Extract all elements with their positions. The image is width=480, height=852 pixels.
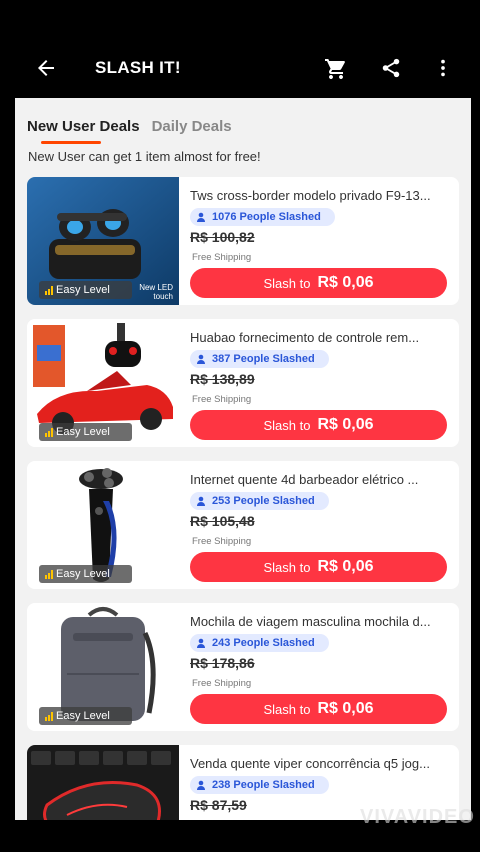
cart-icon[interactable] (324, 57, 348, 81)
original-price: R$ 100,82 (190, 229, 255, 245)
page-title: SLASH IT! (95, 58, 181, 77)
difficulty-badge: Easy Level (39, 423, 132, 441)
slashed-count-badge: 1076 People Slashed (190, 208, 335, 226)
product-title[interactable]: Huabao fornecimento de controle rem... (190, 330, 448, 345)
shipping-label: Free Shipping (192, 678, 252, 689)
slashed-count-badge: 238 People Slashed (190, 776, 329, 794)
signal-bars-icon (45, 427, 53, 437)
share-icon[interactable] (380, 57, 402, 79)
slash-button[interactable]: Slash to R$ 0,06 (190, 694, 447, 724)
product-card[interactable]: Easy Level Internet quente 4d barbeador … (27, 461, 459, 589)
video-watermark: VIVAVIDEO (360, 806, 475, 828)
person-icon (197, 496, 205, 506)
signal-bars-icon (45, 711, 53, 721)
signal-bars-icon (45, 285, 53, 295)
difficulty-badge: Easy Level (39, 565, 132, 583)
product-card[interactable]: Easy Level New LED touch Tws cross-borde… (27, 177, 459, 305)
shipping-label: Free Shipping (192, 536, 252, 547)
original-price: R$ 105,48 (190, 513, 255, 529)
product-title[interactable]: Venda quente viper concorrência q5 jog..… (190, 756, 448, 771)
deal-tabs: New User Deals Daily Deals (27, 118, 232, 135)
person-icon (197, 212, 205, 222)
slash-button[interactable]: Slash to R$ 0,06 (190, 268, 447, 298)
product-card[interactable]: Easy Level Huabao fornecimento de contro… (27, 319, 459, 447)
difficulty-badge: Easy Level (39, 707, 132, 725)
person-icon (197, 638, 205, 648)
original-price: R$ 178,86 (190, 655, 255, 671)
product-image: Easy Level New LED touch (27, 177, 179, 305)
tab-daily-deals[interactable]: Daily Deals (152, 118, 232, 135)
original-price: R$ 87,59 (190, 797, 247, 813)
person-icon (197, 780, 205, 790)
product-badge: New LED touch (139, 283, 173, 301)
product-image: Easy Level (27, 603, 179, 731)
app-bar: SLASH IT! (0, 38, 480, 98)
product-title[interactable]: Internet quente 4d barbeador elétrico ..… (190, 472, 448, 487)
product-title[interactable]: Tws cross-border modelo privado F9-13... (190, 188, 448, 203)
back-arrow-icon[interactable] (34, 56, 58, 80)
status-bar (0, 0, 480, 38)
signal-bars-icon (45, 569, 53, 579)
active-tab-indicator (41, 141, 101, 144)
more-options-icon[interactable] (432, 57, 454, 79)
shipping-label: Free Shipping (192, 252, 252, 263)
product-image (27, 745, 179, 820)
product-title[interactable]: Mochila de viagem masculina mochila d... (190, 614, 448, 629)
slashed-count-badge: 387 People Slashed (190, 350, 329, 368)
product-image: Easy Level (27, 319, 179, 447)
person-icon (197, 354, 205, 364)
slash-button[interactable]: Slash to R$ 0,06 (190, 410, 447, 440)
product-image: Easy Level (27, 461, 179, 589)
tab-new-user-deals[interactable]: New User Deals (27, 118, 140, 135)
slashed-count-badge: 253 People Slashed (190, 492, 329, 510)
slash-button[interactable]: Slash to R$ 0,06 (190, 552, 447, 582)
deals-panel: New User Deals Daily Deals New User can … (15, 98, 471, 820)
product-card[interactable]: Easy Level Mochila de viagem masculina m… (27, 603, 459, 731)
shipping-label: Free Shipping (192, 394, 252, 405)
slashed-count-badge: 243 People Slashed (190, 634, 329, 652)
difficulty-badge: Easy Level (39, 281, 132, 299)
deals-subtitle: New User can get 1 item almost for free! (28, 149, 261, 164)
original-price: R$ 138,89 (190, 371, 255, 387)
